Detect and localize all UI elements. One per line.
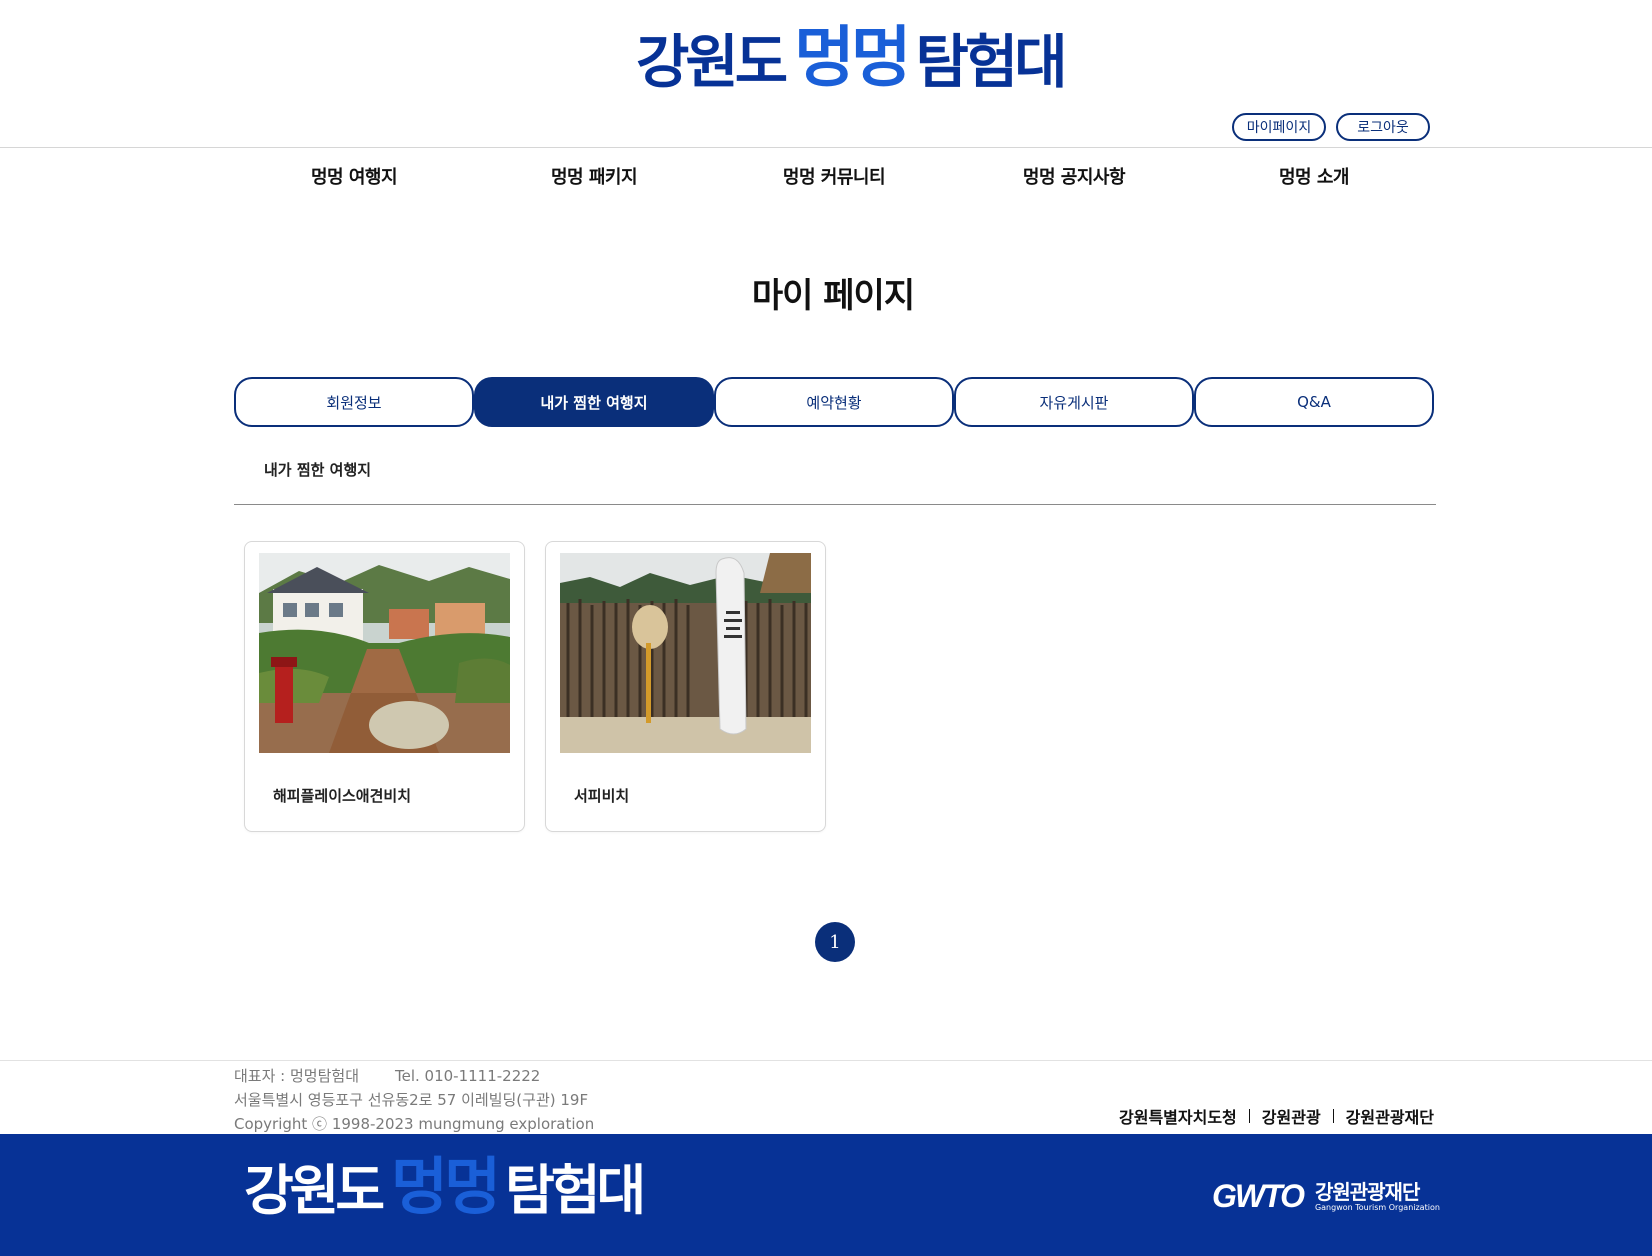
footer-logo-part-1: 강원도 bbox=[244, 1159, 385, 1222]
gwto-text: 강원관광재단 Gangwon Tourism Organization bbox=[1315, 1181, 1440, 1213]
favorite-card[interactable]: 서피비치 bbox=[545, 541, 826, 832]
nav-item-community[interactable]: 멍멍 커뮤니티 bbox=[714, 148, 954, 204]
logo-part-3: 탐험대 bbox=[915, 28, 1068, 96]
footer-logo-part-3: 탐험대 bbox=[505, 1159, 646, 1222]
tab-favorite-destinations[interactable]: 내가 찜한 여행지 bbox=[474, 377, 714, 427]
footer-link-gangwon-tourism[interactable]: 강원관광 bbox=[1262, 1104, 1321, 1128]
footer-link-gangwon-province[interactable]: 강원특별자치도청 bbox=[1119, 1104, 1237, 1128]
footer-logo: 강원도 멍멍 탐험대 bbox=[244, 1156, 646, 1222]
card-title[interactable]: 서피비치 bbox=[574, 785, 629, 806]
footer-address: 서울특별시 영등포구 선유동2로 57 이레빌딩(구관) 19F bbox=[234, 1091, 589, 1109]
section-label: 내가 찜한 여행지 bbox=[264, 461, 372, 479]
page-title: 마이 페이지 bbox=[751, 276, 915, 316]
tab-reservations[interactable]: 예약현황 bbox=[714, 377, 954, 427]
header-links: 마이페이지 로그아웃 bbox=[1232, 113, 1430, 141]
footer-divider bbox=[0, 1060, 1652, 1061]
nav-item-about[interactable]: 멍멍 소개 bbox=[1194, 148, 1434, 204]
nav-item-destinations[interactable]: 멍멍 여행지 bbox=[234, 148, 474, 204]
mypage-tabs: 회원정보 내가 찜한 여행지 예약현황 자유게시판 Q&A bbox=[234, 377, 1436, 427]
footer-representative: 대표자 : 멍멍탐험대 bbox=[234, 1067, 359, 1085]
favorite-card[interactable]: 해피플레이스애견비치 bbox=[244, 541, 525, 832]
footer-logo-part-2: 멍멍 bbox=[391, 1150, 501, 1223]
footer-link-separator bbox=[1332, 1109, 1334, 1123]
card-title[interactable]: 해피플레이스애견비치 bbox=[273, 785, 411, 806]
card-image-garden-pension[interactable] bbox=[259, 553, 510, 753]
gwto-mark: GWTO bbox=[1212, 1178, 1305, 1214]
gwto-korean-name: 강원관광재단 bbox=[1314, 1179, 1420, 1204]
favorite-card-list: 해피플레이스애견비치 서피비치 bbox=[244, 541, 826, 832]
footer-link-separator bbox=[1248, 1109, 1250, 1123]
site-header: 강원도 멍멍 탐험대 마이페이지 로그아웃 bbox=[0, 0, 1652, 148]
footer-tel: Tel. 010-1111-2222 bbox=[395, 1067, 541, 1085]
tab-free-board[interactable]: 자유게시판 bbox=[954, 377, 1194, 427]
footer-link-tourism-foundation[interactable]: 강원관광재단 bbox=[1346, 1104, 1434, 1128]
gwto-english-name: Gangwon Tourism Organization bbox=[1314, 1202, 1440, 1212]
tab-member-info[interactable]: 회원정보 bbox=[234, 377, 474, 427]
footer-copyright: Copyright ⓒ 1998-2023 mungmung explorati… bbox=[234, 1115, 595, 1133]
mypage-button[interactable]: 마이페이지 bbox=[1232, 113, 1326, 141]
main-nav: 멍멍 여행지 멍멍 패키지 멍멍 커뮤니티 멍멍 공지사항 멍멍 소개 bbox=[234, 148, 1434, 204]
footer-info: 대표자 : 멍멍탐험대 Tel. 010-1111-2222 서울특별시 영등포구… bbox=[234, 1064, 594, 1136]
section-divider bbox=[234, 504, 1436, 505]
site-logo[interactable]: 강원도 멍멍 탐험대 bbox=[636, 19, 1068, 100]
logo-part-1: 강원도 bbox=[636, 28, 788, 96]
card-image-surfboard-beach[interactable] bbox=[560, 553, 811, 753]
footer-links: 강원특별자치도청 강원관광 강원관광재단 bbox=[1119, 1104, 1434, 1128]
logout-button[interactable]: 로그아웃 bbox=[1336, 113, 1430, 141]
tab-qna[interactable]: Q&A bbox=[1194, 377, 1434, 427]
pagination-page-button[interactable]: 1 bbox=[815, 922, 855, 962]
gwto-logo[interactable]: GWTO 강원관광재단 Gangwon Tourism Organization bbox=[1212, 1178, 1440, 1215]
nav-item-packages[interactable]: 멍멍 패키지 bbox=[474, 148, 714, 204]
logo-part-2: 멍멍 bbox=[794, 19, 911, 96]
nav-item-notices[interactable]: 멍멍 공지사항 bbox=[954, 148, 1194, 204]
